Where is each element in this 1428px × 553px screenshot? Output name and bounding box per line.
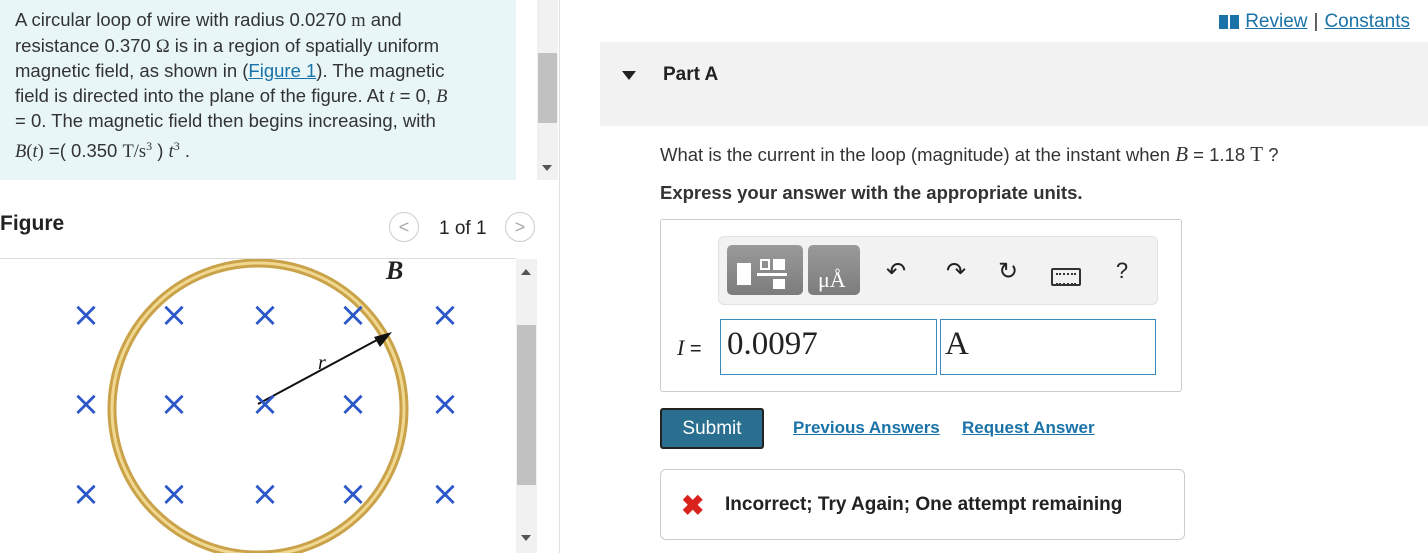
book-icon [1219, 15, 1240, 29]
problem-text-4: field is directed into the plane of the … [15, 84, 390, 106]
problem-text-1b: and [365, 9, 402, 30]
undo-icon: ↶ [885, 257, 907, 285]
field-cross-icon: × [251, 474, 280, 514]
answer-equals: = [684, 338, 702, 360]
figure-link[interactable]: Figure 1 [248, 60, 316, 81]
feedback-message: Incorrect; Try Again; One attempt remain… [725, 494, 1123, 515]
formula-B: B [15, 141, 27, 162]
formula-unit: T/s [122, 141, 147, 162]
formula-end: . [179, 139, 190, 161]
problem-text-4b: = 0, [394, 84, 437, 106]
header-links: Review | Constants [1219, 11, 1410, 33]
help-button[interactable]: ? [1107, 256, 1137, 286]
problem-text-5: = 0. The magnetic field then begins incr… [15, 110, 436, 131]
problem-scrollbar[interactable] [537, 0, 558, 180]
radius-label: r [318, 352, 326, 374]
question-value: = 1.18 [1188, 144, 1251, 165]
answer-value-input[interactable]: 0.0097 [720, 319, 937, 375]
question-text: What is the current in the loop (magnitu… [660, 142, 1279, 167]
units-icon: μÅ [818, 267, 846, 292]
problem-text-1: A circular loop of wire with radius 0.02… [15, 9, 352, 30]
field-cross-icon: × [339, 384, 368, 424]
review-link[interactable]: Review [1245, 11, 1307, 33]
problem-text-3: magnetic field, as shown in ( [15, 60, 249, 81]
instruction-text: Express your answer with the appropriate… [660, 182, 1083, 203]
unit-ohm: Ω [155, 36, 170, 57]
redo-button[interactable]: ↷ [941, 256, 971, 286]
templates-button[interactable] [727, 245, 803, 295]
template-block-icon [737, 263, 751, 285]
figure-next-button[interactable]: > [505, 212, 535, 242]
var-B: B [436, 86, 448, 107]
scroll-down-icon[interactable] [542, 165, 552, 171]
formula-tail: ) [152, 139, 169, 161]
units-button[interactable]: μÅ [808, 245, 860, 295]
reset-icon: ↻ [997, 257, 1019, 285]
field-cross-icon: × [160, 474, 189, 514]
answer-unit-input[interactable]: A [940, 319, 1156, 375]
field-cross-icon: × [72, 295, 101, 335]
math-toolbar: μÅ ↶ ↷ ↻ ? [718, 236, 1158, 305]
figure-scroll-thumb[interactable] [517, 325, 536, 485]
problem-panel: A circular loop of wire with radius 0.02… [0, 0, 516, 180]
field-cross-icon: × [72, 474, 101, 514]
chevron-left-icon: < [398, 216, 410, 237]
fraction-bar-icon [757, 273, 787, 276]
template-fill-icon [773, 259, 785, 270]
error-x-icon: ✖ [681, 490, 705, 521]
collapse-caret-icon[interactable] [622, 71, 636, 80]
figure-scrollbar[interactable] [516, 259, 537, 553]
unit-meters: m [351, 11, 366, 31]
template-box-icon [760, 259, 770, 270]
field-cross-icon: × [431, 295, 460, 335]
field-cross-icon: × [431, 384, 460, 424]
redo-icon: ↷ [945, 257, 967, 285]
scroll-down-icon[interactable] [521, 535, 531, 541]
link-separator: | [1313, 11, 1319, 32]
problem-text-2b: is in a region of spatially uniform [169, 34, 440, 56]
chevron-right-icon: > [514, 216, 526, 237]
field-cross-icon: × [160, 295, 189, 335]
question-pre: What is the current in the loop (magnitu… [660, 144, 1176, 165]
problem-scroll-thumb[interactable] [538, 53, 557, 123]
reset-button[interactable]: ↻ [993, 256, 1023, 286]
template-fill2-icon [773, 279, 785, 289]
undo-button[interactable]: ↶ [881, 256, 911, 286]
previous-answers-link[interactable]: Previous Answers [793, 418, 940, 438]
figure-diagram: r B × × × × × × × × × × × × × × × [72, 259, 460, 553]
keyboard-button[interactable] [1051, 268, 1081, 286]
problem-statement: A circular loop of wire with radius 0.02… [15, 8, 505, 164]
formula-coefficient: =( 0.350 [43, 139, 123, 161]
field-cross-icon: × [251, 295, 280, 335]
scroll-up-icon[interactable] [521, 269, 531, 275]
figure-title: Figure [0, 212, 65, 235]
field-cross-icon: × [72, 384, 101, 424]
problem-text-2: resistance 0.370 [15, 34, 156, 56]
question-end: ? [1263, 144, 1279, 165]
field-cross-icon: × [160, 384, 189, 424]
part-header[interactable] [600, 42, 1428, 126]
question-var-B: B [1175, 142, 1189, 166]
figure-counter: 1 of 1 [439, 218, 487, 239]
panel-divider [559, 0, 560, 553]
field-cross-icon: × [339, 474, 368, 514]
keyboard-icon [1056, 273, 1076, 285]
problem-text-3b: ). The magnetic [316, 60, 445, 81]
request-answer-link[interactable]: Request Answer [962, 418, 1095, 438]
part-title: Part A [663, 64, 719, 85]
figure-prev-button[interactable]: < [389, 212, 419, 242]
help-icon: ? [1115, 258, 1129, 283]
question-unit: T [1250, 142, 1264, 166]
field-cross-icon: × [251, 384, 280, 424]
answer-label: I = [677, 335, 702, 361]
constants-link[interactable]: Constants [1324, 11, 1410, 33]
field-label-B: B [385, 259, 403, 285]
field-cross-icon: × [339, 295, 368, 335]
submit-button[interactable]: Submit [660, 408, 764, 449]
field-cross-icon: × [431, 474, 460, 514]
